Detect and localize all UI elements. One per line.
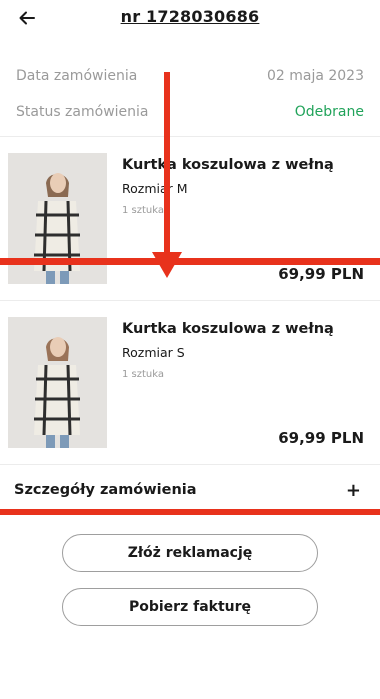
header: nr 1728030686 xyxy=(0,0,380,40)
divider xyxy=(0,136,380,137)
complaint-button[interactable]: Złóż reklamację xyxy=(62,534,318,572)
order-details-toggle[interactable]: Szczegóły zamówienia + xyxy=(0,465,380,515)
product-price: 69,99 PLN xyxy=(278,265,364,283)
order-date-label: Data zamówienia xyxy=(16,68,138,84)
product-item[interactable]: Kurtka koszulowa z wełną Rozmiar M 1 szt… xyxy=(0,153,380,303)
order-date-row: Data zamówienia 02 maja 2023 xyxy=(16,68,364,84)
order-status-row: Status zamówienia Odebrane xyxy=(16,104,364,120)
page-title: nr 1728030686 xyxy=(120,7,260,26)
product-size: Rozmiar S xyxy=(122,345,185,360)
product-name: Kurtka koszulowa z wełną xyxy=(122,157,334,173)
plus-icon[interactable]: + xyxy=(346,480,361,501)
divider xyxy=(0,300,380,301)
order-date-value: 02 maja 2023 xyxy=(266,68,364,84)
product-name: Kurtka koszulowa z wełną xyxy=(122,321,334,337)
product-quantity: 1 sztuka xyxy=(122,369,165,380)
annotation-line xyxy=(0,258,380,265)
product-image xyxy=(8,317,107,448)
product-item[interactable]: Kurtka koszulowa z wełną Rozmiar S 1 szt… xyxy=(0,317,380,467)
product-price: 69,99 PLN xyxy=(278,429,364,447)
order-details-label: Szczegóły zamówienia xyxy=(14,482,197,498)
product-quantity: 1 sztuka xyxy=(122,205,165,216)
download-invoice-button[interactable]: Pobierz fakturę xyxy=(62,588,318,626)
annotation-arrow-head xyxy=(152,252,182,278)
order-status-value: Odebrane xyxy=(294,104,364,120)
order-status-label: Status zamówienia xyxy=(16,104,149,120)
product-photo-jacket xyxy=(8,317,107,448)
annotation-line xyxy=(0,509,380,515)
annotation-arrow-shaft xyxy=(164,72,170,258)
product-size: Rozmiar M xyxy=(122,181,188,196)
